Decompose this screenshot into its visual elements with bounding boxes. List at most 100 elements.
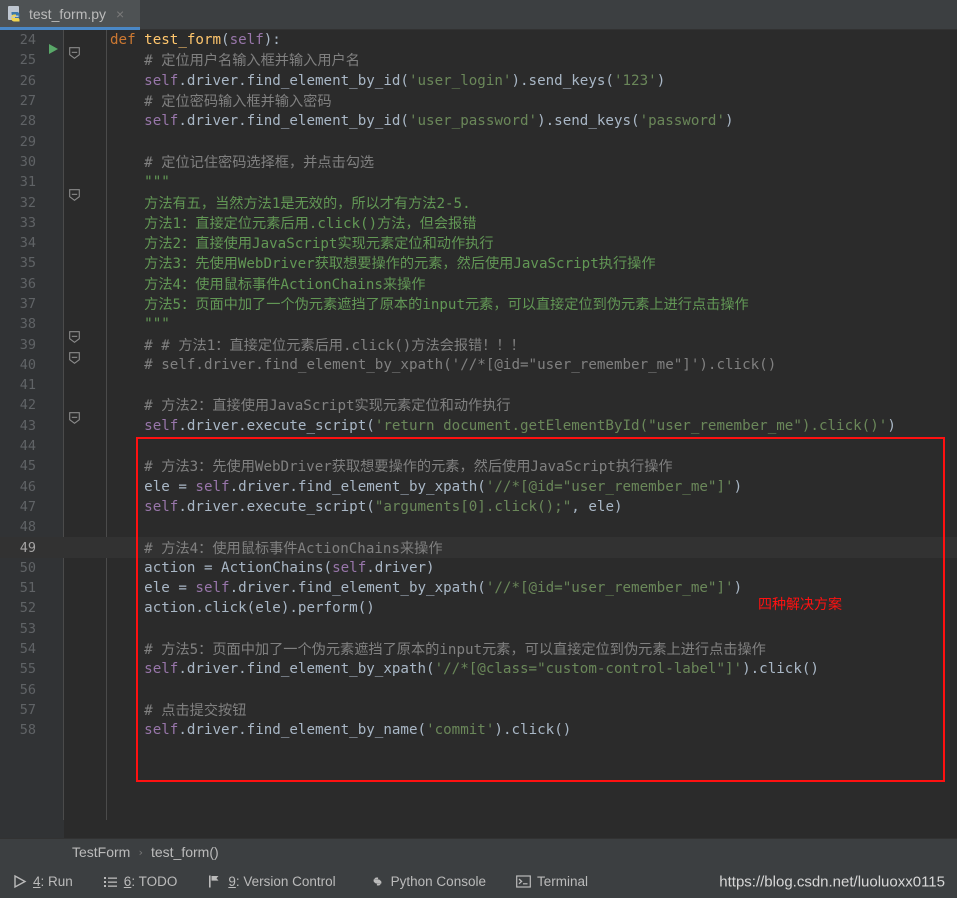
code-line[interactable]: 56 xyxy=(0,680,957,700)
status-item-python-console[interactable]: Python Console xyxy=(370,874,486,889)
code-line[interactable]: 28 self.driver.find_element_by_id('user_… xyxy=(0,111,957,131)
play-icon xyxy=(12,874,27,889)
code-text: # 方法3：先使用WebDriver获取想要操作的元素，然后使用JavaScri… xyxy=(144,459,673,476)
close-icon[interactable]: × xyxy=(116,7,124,21)
line-number: 35 xyxy=(19,255,36,272)
code-line[interactable]: 41 xyxy=(0,375,957,395)
code-line[interactable]: 35 方法3：先使用WebDriver获取想要操作的元素，然后使用JavaScr… xyxy=(0,253,957,273)
code-line[interactable]: 31 """ xyxy=(0,172,957,202)
code-line[interactable]: 47 self.driver.execute_script("arguments… xyxy=(0,497,957,517)
tab-bar-empty-area xyxy=(140,0,957,30)
code-text: 方法3：先使用WebDriver获取想要操作的元素，然后使用JavaScript… xyxy=(144,256,656,273)
code-line[interactable]: 30 # 定位记住密码选择框，并点击勾选 xyxy=(0,152,957,172)
line-number: 54 xyxy=(19,641,36,658)
code-text: def test_form(self): xyxy=(110,32,281,49)
code-editor[interactable]: 24 def test_form(self): 25 # 定位用户名输入框并输入用户… xyxy=(0,30,957,838)
status-item-todo[interactable]: 6: TODO xyxy=(103,874,177,889)
code-line[interactable]: 44 xyxy=(0,436,957,456)
line-number: 50 xyxy=(19,559,36,576)
code-text: # # 方法1：直接定位元素后用.click()方法会报错！！！ xyxy=(144,337,525,354)
watermark-url: https://blog.csdn.net/luoluoxx0115 xyxy=(719,873,945,890)
code-line[interactable]: 38 """ xyxy=(0,314,957,344)
code-text: # 点击提交按钮 xyxy=(144,702,247,719)
status-bar: 4: Run 6: TODO 9: Version Control Python xyxy=(0,865,957,898)
code-text: # 方法4：使用鼠标事件ActionChains来操作 xyxy=(144,540,443,557)
line-number: 40 xyxy=(19,356,36,373)
code-line[interactable]: 53 xyxy=(0,619,957,639)
code-line[interactable]: 48 xyxy=(0,517,957,537)
line-number: 38 xyxy=(19,316,36,333)
status-vcs-key: 9 xyxy=(228,874,236,889)
line-number: 44 xyxy=(19,438,36,455)
code-line[interactable]: 33 方法1：直接定位元素后用.click()方法，但会报错 xyxy=(0,213,957,233)
terminal-icon xyxy=(516,874,531,889)
breadcrumb-item-method[interactable]: test_form() xyxy=(151,844,219,860)
code-line[interactable]: 39 # # 方法1：直接定位元素后用.click()方法会报错！！！ xyxy=(0,334,957,364)
code-text: """ xyxy=(144,174,170,191)
code-text: 方法2：直接使用JavaScript实现元素定位和动作执行 xyxy=(144,236,494,253)
code-line[interactable]: 27 # 定位密码输入框并输入密码 xyxy=(0,91,957,111)
line-number: 28 xyxy=(19,113,36,130)
line-number: 48 xyxy=(19,519,36,536)
code-line[interactable]: 26 self.driver.find_element_by_id('user_… xyxy=(0,71,957,91)
code-line[interactable]: 54 # 方法5：页面中加了一个伪元素遮挡了原本的input元素，可以直接定位到… xyxy=(0,639,957,659)
code-line[interactable]: 24 def test_form(self): xyxy=(0,30,957,60)
code-line[interactable]: 49 # 方法4：使用鼠标事件ActionChains来操作 xyxy=(0,537,957,558)
code-line[interactable]: 37 方法5：页面中加了一个伪元素遮挡了原本的input元素，可以直接定位到伪元… xyxy=(0,294,957,314)
code-text: self.driver.execute_script('return docum… xyxy=(144,417,896,434)
tab-test-form-py[interactable]: test_form.py × xyxy=(0,0,140,30)
code-line[interactable]: 46 ele = self.driver.find_element_by_xpa… xyxy=(0,477,957,497)
code-line[interactable]: 57 # 点击提交按钮 xyxy=(0,700,957,720)
code-text: self.driver.find_element_by_name('commit… xyxy=(144,722,572,739)
list-icon xyxy=(103,874,118,889)
code-text: # 定位用户名输入框并输入用户名 xyxy=(144,53,360,70)
code-line[interactable]: 45 # 方法3：先使用WebDriver获取想要操作的元素，然后使用JavaS… xyxy=(0,456,957,476)
status-terminal-label: Terminal xyxy=(536,874,588,889)
code-line[interactable]: 58 self.driver.find_element_by_name('com… xyxy=(0,720,957,740)
status-item-terminal[interactable]: Terminal xyxy=(516,874,588,889)
code-line[interactable]: 55 self.driver.find_element_by_xpath('//… xyxy=(0,659,957,679)
status-run-key: 4 xyxy=(33,874,41,889)
line-number: 39 xyxy=(19,336,36,353)
line-number: 51 xyxy=(19,580,36,597)
code-text: 方法有五，当然方法1是无效的，所以才有方法2-5. xyxy=(144,195,471,212)
code-line[interactable]: 42 # 方法2：直接使用JavaScript实现元素定位和动作执行 xyxy=(0,395,957,425)
line-number: 41 xyxy=(19,377,36,394)
line-number: 49 xyxy=(19,539,36,556)
code-text: # 定位记住密码选择框，并点击勾选 xyxy=(144,154,375,171)
line-number: 29 xyxy=(19,133,36,150)
code-line[interactable]: 34 方法2：直接使用JavaScript实现元素定位和动作执行 xyxy=(0,233,957,253)
status-item-run[interactable]: 4: Run xyxy=(12,874,73,889)
line-number: 33 xyxy=(19,214,36,231)
status-vcs-label: : Version Control xyxy=(235,874,336,889)
code-line[interactable]: 25 # 定位用户名输入框并输入用户名 xyxy=(0,50,957,70)
line-number: 46 xyxy=(19,478,36,495)
line-number: 30 xyxy=(19,153,36,170)
breadcrumb: TestForm › test_form() xyxy=(0,838,957,865)
python-file-icon xyxy=(8,5,23,22)
line-number: 24 xyxy=(19,32,36,49)
code-line[interactable]: 50 action = ActionChains(self.driver) xyxy=(0,558,957,578)
line-number: 42 xyxy=(19,397,36,414)
line-number: 32 xyxy=(19,194,36,211)
line-number: 25 xyxy=(19,52,36,69)
code-line[interactable]: 43 self.driver.execute_script('return do… xyxy=(0,416,957,436)
line-number: 47 xyxy=(19,498,36,515)
code-text: # 方法5：页面中加了一个伪元素遮挡了原本的input元素，可以直接定位到伪元素… xyxy=(144,642,766,659)
line-number: 31 xyxy=(19,174,36,191)
code-line[interactable]: 32 方法有五，当然方法1是无效的，所以才有方法2-5. xyxy=(0,192,957,212)
breadcrumb-item-class[interactable]: TestForm xyxy=(72,844,130,860)
code-line[interactable]: 36 方法4：使用鼠标事件ActionChains来操作 xyxy=(0,274,957,294)
code-line[interactable]: 40 # self.driver.find_element_by_xpath('… xyxy=(0,355,957,375)
line-number: 45 xyxy=(19,458,36,475)
status-item-version-control[interactable]: 9: Version Control xyxy=(207,874,336,889)
code-text: # 方法2：直接使用JavaScript实现元素定位和动作执行 xyxy=(144,398,511,415)
line-number: 37 xyxy=(19,296,36,312)
line-number: 57 xyxy=(19,701,36,718)
code-text: self.driver.find_element_by_xpath('//*[@… xyxy=(144,661,819,678)
code-line[interactable]: 29 xyxy=(0,131,957,151)
